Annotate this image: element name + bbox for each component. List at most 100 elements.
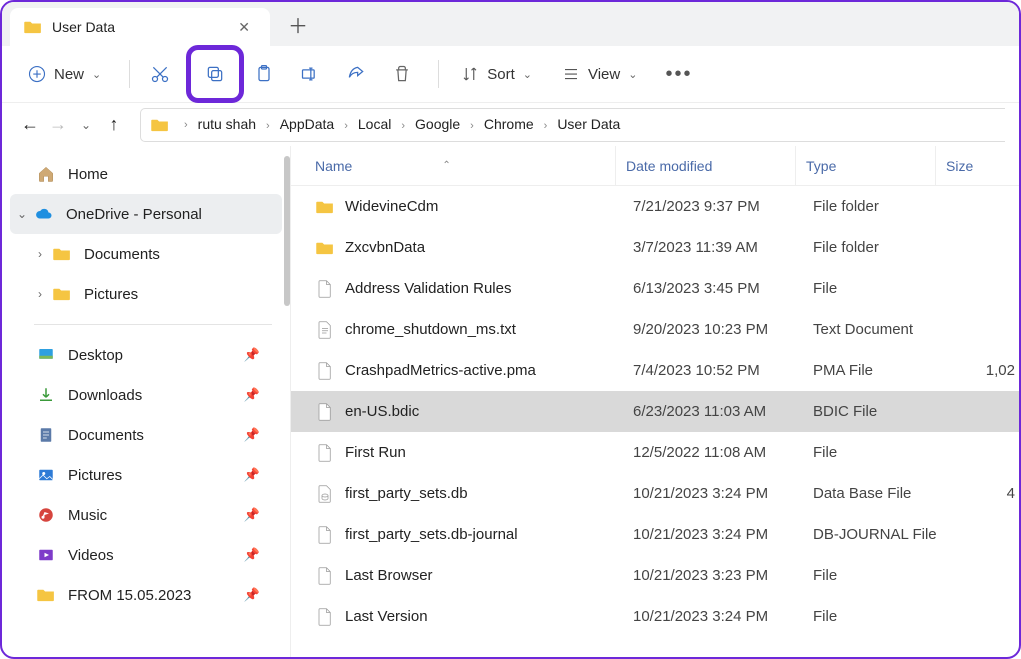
file-type: File folder xyxy=(803,198,948,215)
sidebar-music[interactable]: Music 📌 xyxy=(2,495,290,535)
new-button[interactable]: New ⌄ xyxy=(16,54,113,94)
sidebar-item-label: Pictures xyxy=(84,286,138,303)
file-icon xyxy=(315,321,335,339)
file-icon xyxy=(315,526,335,544)
cut-button[interactable] xyxy=(140,54,180,94)
file-row[interactable]: Address Validation Rules6/13/2023 3:45 P… xyxy=(291,268,1019,309)
sidebar-onedrive-documents[interactable]: › Documents xyxy=(2,234,290,274)
sidebar-pictures[interactable]: Pictures 📌 xyxy=(2,455,290,495)
view-button[interactable]: View ⌄ xyxy=(550,54,649,94)
file-row[interactable]: CrashpadMetrics-active.pma7/4/2023 10:52… xyxy=(291,350,1019,391)
file-size: 1,02 xyxy=(948,362,1019,379)
window-tab[interactable]: User Data ✕ xyxy=(10,8,270,46)
chevron-down-icon: ⌄ xyxy=(628,68,637,81)
file-name: Address Validation Rules xyxy=(345,280,623,297)
file-date: 6/23/2023 11:03 AM xyxy=(623,403,803,420)
sidebar-documents[interactable]: Documents 📌 xyxy=(2,415,290,455)
file-date: 10/21/2023 3:24 PM xyxy=(623,485,803,502)
separator xyxy=(438,60,439,88)
breadcrumb-segment[interactable]: AppData xyxy=(277,116,337,132)
sidebar-videos[interactable]: Videos 📌 xyxy=(2,535,290,575)
copy-highlight xyxy=(186,45,244,103)
back-button[interactable]: ← xyxy=(16,114,44,135)
view-icon xyxy=(562,65,580,83)
file-name: en-US.bdic xyxy=(345,403,623,420)
sidebar-desktop[interactable]: Desktop 📌 xyxy=(2,335,290,375)
file-name: First Run xyxy=(345,444,623,461)
column-type-header[interactable]: Type xyxy=(795,146,935,185)
chevron-right-icon[interactable]: › xyxy=(32,247,48,261)
sidebar-onedrive[interactable]: ⌄ OneDrive - Personal xyxy=(10,194,282,234)
file-icon xyxy=(315,485,335,503)
plus-circle-icon xyxy=(28,65,46,83)
breadcrumb-segment[interactable]: rutu shah xyxy=(195,116,259,132)
close-tab-icon[interactable]: ✕ xyxy=(232,17,256,38)
new-tab-button[interactable]: ＋ xyxy=(288,10,308,39)
sidebar-downloads[interactable]: Downloads 📌 xyxy=(2,375,290,415)
file-row[interactable]: Last Version10/21/2023 3:24 PMFile xyxy=(291,596,1019,637)
sidebar-item-label: Documents xyxy=(68,427,144,444)
file-icon xyxy=(315,567,335,585)
col-name-label: Name xyxy=(315,158,352,174)
delete-button[interactable] xyxy=(382,54,422,94)
rename-button[interactable] xyxy=(290,54,330,94)
file-row[interactable]: WidevineCdm7/21/2023 9:37 PMFile folder xyxy=(291,186,1019,227)
videos-icon xyxy=(36,546,56,564)
breadcrumb-segment[interactable]: Google xyxy=(412,116,463,132)
sidebar-from-folder[interactable]: FROM 15.05.2023 📌 xyxy=(2,575,290,615)
file-row[interactable]: Last Browser10/21/2023 3:23 PMFile xyxy=(291,555,1019,596)
sidebar-onedrive-pictures[interactable]: › Pictures xyxy=(2,274,290,314)
sidebar-home[interactable]: Home xyxy=(2,154,290,194)
recent-dropdown[interactable]: ⌄ xyxy=(72,118,100,132)
desktop-icon xyxy=(36,346,56,364)
scrollbar-thumb[interactable] xyxy=(284,156,290,306)
chevron-right-icon: › xyxy=(394,120,412,132)
file-name: WidevineCdm xyxy=(345,198,623,215)
file-type: BDIC File xyxy=(803,403,948,420)
file-name: Last Browser xyxy=(345,567,623,584)
chevron-down-icon: ⌄ xyxy=(92,68,101,81)
chevron-down-icon: ⌄ xyxy=(523,68,532,81)
column-name-header[interactable]: Name ⌃ xyxy=(315,158,615,174)
pin-icon: 📌 xyxy=(244,467,260,483)
folder-icon xyxy=(315,200,335,214)
address-bar[interactable]: › rutu shah›AppData›Local›Google›Chrome›… xyxy=(140,108,1005,142)
file-row[interactable]: first_party_sets.db-journal10/21/2023 3:… xyxy=(291,514,1019,555)
file-date: 7/21/2023 9:37 PM xyxy=(623,198,803,215)
forward-button[interactable]: → xyxy=(44,114,72,135)
file-icon xyxy=(315,280,335,298)
sidebar-home-label: Home xyxy=(68,166,108,183)
file-type: File xyxy=(803,567,948,584)
chevron-right-icon[interactable]: › xyxy=(32,287,48,301)
chevron-down-icon[interactable]: ⌄ xyxy=(14,207,30,221)
file-type: File folder xyxy=(803,239,948,256)
file-row[interactable]: chrome_shutdown_ms.txt9/20/2023 10:23 PM… xyxy=(291,309,1019,350)
share-button[interactable] xyxy=(336,54,376,94)
copy-button[interactable] xyxy=(195,54,235,94)
file-row[interactable]: First Run12/5/2022 11:08 AMFile xyxy=(291,432,1019,473)
file-size: 4 xyxy=(948,485,1019,502)
up-button[interactable]: ↑ xyxy=(100,114,128,135)
column-date-header[interactable]: Date modified xyxy=(615,146,795,185)
crumb-sep: › xyxy=(177,119,195,131)
file-row[interactable]: en-US.bdic6/23/2023 11:03 AMBDIC File xyxy=(291,391,1019,432)
file-date: 10/21/2023 3:23 PM xyxy=(623,567,803,584)
chevron-right-icon: › xyxy=(463,120,481,132)
paste-button[interactable] xyxy=(244,54,284,94)
home-icon xyxy=(36,165,56,183)
file-type: File xyxy=(803,444,948,461)
file-pane: Name ⌃ Date modified Type Size WidevineC… xyxy=(290,146,1019,657)
file-type: Data Base File xyxy=(803,485,948,502)
folder-icon xyxy=(36,588,56,602)
more-button[interactable]: ••• xyxy=(655,54,702,94)
breadcrumb-segment[interactable]: Local xyxy=(355,116,394,132)
copy-icon xyxy=(205,64,225,84)
column-size-header[interactable]: Size xyxy=(935,146,1019,185)
pin-icon: 📌 xyxy=(244,387,260,403)
file-name: Last Version xyxy=(345,608,623,625)
file-row[interactable]: ZxcvbnData3/7/2023 11:39 AMFile folder xyxy=(291,227,1019,268)
breadcrumb-segment[interactable]: Chrome xyxy=(481,116,537,132)
sort-button[interactable]: Sort ⌄ xyxy=(449,54,544,94)
breadcrumb-segment[interactable]: User Data xyxy=(554,116,623,132)
file-row[interactable]: first_party_sets.db10/21/2023 3:24 PMDat… xyxy=(291,473,1019,514)
